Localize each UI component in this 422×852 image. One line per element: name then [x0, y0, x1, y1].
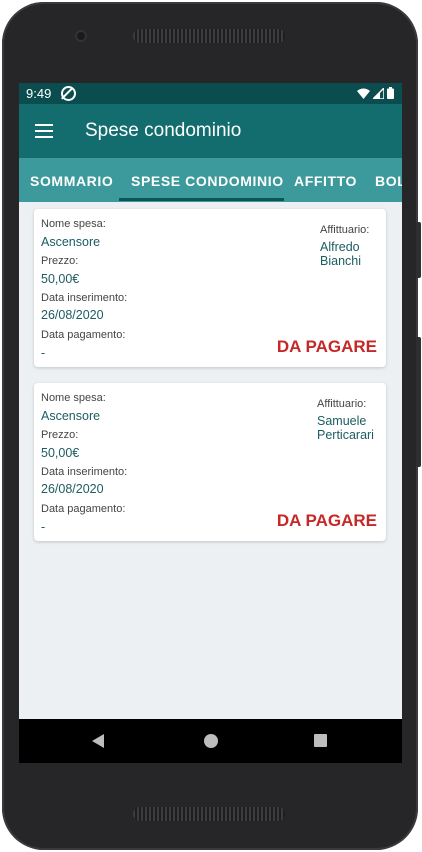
expense-name-value: Ascensore: [41, 409, 101, 423]
status-time: 9:49: [26, 86, 52, 101]
tenant-last-name: Bianchi: [320, 254, 361, 268]
expense-name-label: Nome spesa:: [41, 218, 106, 230]
tab-affitto[interactable]: AFFITTO: [294, 173, 357, 189]
insert-date-label: Data inserimento:: [41, 292, 128, 304]
tenant-label: Affittuario:: [320, 224, 370, 236]
menu-icon[interactable]: [35, 124, 53, 138]
bottom-speaker: [133, 807, 285, 821]
price-value: 50,00€: [41, 446, 80, 460]
payment-date-label: Data pagamento:: [41, 503, 126, 515]
status-badge: DA PAGARE: [276, 511, 377, 530]
expense-card[interactable]: Nome spesa: Ascensore Prezzo: 50,00€ Dat…: [34, 209, 386, 367]
tab-bar: SOMMARIO SPESE CONDOMINIO AFFITTO BOL: [19, 158, 402, 202]
recent-apps-icon[interactable]: [314, 734, 327, 747]
wifi-icon: [357, 88, 370, 99]
app-bar: Spese condominio: [19, 104, 402, 158]
price-label: Prezzo:: [41, 429, 79, 441]
expense-name-label: Nome spesa:: [41, 392, 106, 404]
power-button: [416, 222, 421, 278]
payment-date-value: -: [41, 520, 46, 534]
home-icon[interactable]: [204, 734, 218, 748]
tab-bollette[interactable]: BOL: [375, 173, 402, 189]
back-icon[interactable]: [92, 734, 104, 748]
price-label: Prezzo:: [41, 255, 79, 267]
volume-button: [416, 337, 421, 467]
tenant-label: Affittuario:: [317, 398, 367, 410]
payment-date-label: Data pagamento:: [41, 329, 126, 341]
phone-frame: 9:49 Spese condominio SOMMARIO SPESE CON…: [2, 2, 421, 850]
status-icons: [357, 87, 394, 99]
tenant-first-name: Alfredo: [320, 240, 360, 254]
tab-sommario[interactable]: SOMMARIO: [30, 173, 113, 189]
insert-date-value: 26/08/2020: [41, 308, 104, 322]
price-value: 50,00€: [41, 272, 80, 286]
signal-icon: [373, 88, 384, 99]
screen: 9:49 Spese condominio SOMMARIO SPESE CON…: [19, 83, 402, 763]
expense-card[interactable]: Nome spesa: Ascensore Prezzo: 50,00€ Dat…: [34, 383, 386, 541]
page-title: Spese condominio: [85, 120, 242, 141]
front-camera: [75, 30, 87, 42]
insert-date-value: 26/08/2020: [41, 482, 104, 496]
navigation-bar: [19, 719, 402, 763]
tab-indicator: [119, 198, 284, 201]
insert-date-label: Data inserimento:: [41, 466, 128, 478]
payment-date-value: -: [41, 346, 46, 360]
battery-icon: [387, 87, 394, 99]
sync-icon: [61, 86, 76, 101]
status-badge: DA PAGARE: [276, 337, 377, 356]
top-speaker: [133, 29, 285, 43]
tenant-last-name: Perticarari: [317, 428, 374, 442]
status-bar: 9:49: [19, 83, 402, 104]
tenant-first-name: Samuele: [317, 414, 367, 428]
tab-spese-condominio[interactable]: SPESE CONDOMINIO: [131, 173, 284, 189]
expense-name-value: Ascensore: [41, 235, 101, 249]
